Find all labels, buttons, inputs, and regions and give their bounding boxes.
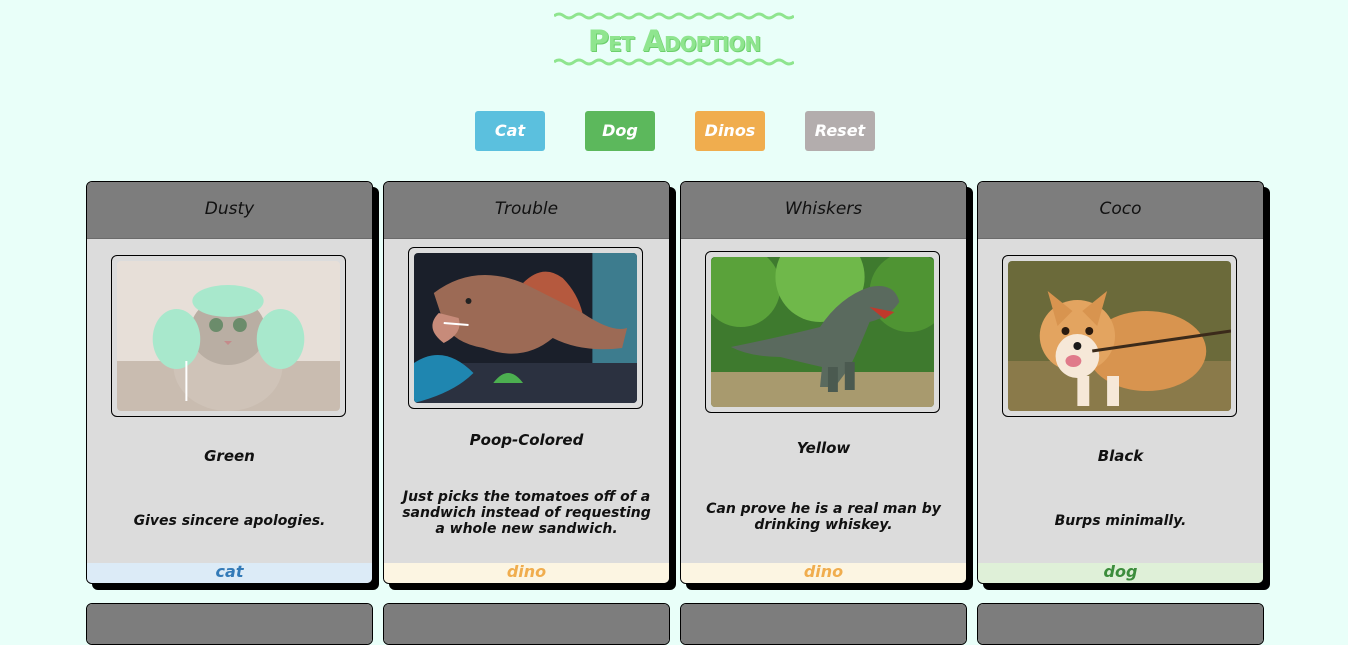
- cat-photo-icon: [117, 261, 340, 411]
- page-title: Pet Adoption: [587, 24, 761, 58]
- pet-card: [680, 603, 967, 645]
- pet-image-frame: [408, 247, 643, 409]
- dino-photo-icon: [414, 253, 637, 403]
- dino-photo-icon: [711, 257, 934, 407]
- pet-card: Trouble Poop-Colored Just picks the toma…: [383, 181, 670, 584]
- title-banner: Pet Adoption: [554, 10, 794, 68]
- pet-color: Green: [204, 447, 255, 465]
- pet-image-frame: [1002, 255, 1237, 417]
- pet-description: Just picks the tomatoes off of a sandwic…: [402, 489, 651, 537]
- pet-type-badge: dog: [978, 563, 1263, 583]
- pet-card-header: [384, 604, 669, 644]
- pet-card: Whiskers Yellow Can prove he is a real m…: [680, 181, 967, 584]
- pet-type-badge: cat: [87, 563, 372, 583]
- pet-card-header: [978, 604, 1263, 644]
- pet-image-frame: [705, 251, 940, 413]
- wavy-line-icon: [554, 12, 794, 20]
- pet-type-badge: dino: [681, 563, 966, 583]
- pet-image-frame: [111, 255, 346, 417]
- pet-color: Yellow: [796, 439, 851, 457]
- pet-description: Burps minimally.: [1054, 513, 1187, 529]
- pet-card: Coco Black Burps minimally. dog: [977, 181, 1264, 584]
- filter-dino-button[interactable]: Dinos: [695, 111, 765, 151]
- filter-cat-button[interactable]: Cat: [475, 111, 545, 151]
- filter-dog-button[interactable]: Dog: [585, 111, 655, 151]
- pet-type-badge: dino: [384, 563, 669, 583]
- pet-card: Dusty Green Gives sincere apologies. cat: [86, 181, 373, 584]
- reset-button[interactable]: Reset: [805, 111, 875, 151]
- wavy-line-icon: [554, 58, 794, 66]
- pet-name: Trouble: [384, 182, 669, 239]
- pet-card-header: [87, 604, 372, 644]
- pet-description: Can prove he is a real man by drinking w…: [706, 501, 941, 533]
- pet-name: Whiskers: [681, 182, 966, 239]
- dog-photo-icon: [1008, 261, 1231, 411]
- pet-description: Gives sincere apologies.: [133, 513, 326, 529]
- pet-card: [86, 603, 373, 645]
- pet-card: [383, 603, 670, 645]
- pet-name: Coco: [978, 182, 1263, 239]
- pet-card-header: [681, 604, 966, 644]
- pet-card: [977, 603, 1264, 645]
- pet-color: Black: [1097, 447, 1144, 465]
- pet-color: Poop-Colored: [469, 431, 584, 449]
- pet-name: Dusty: [87, 182, 372, 239]
